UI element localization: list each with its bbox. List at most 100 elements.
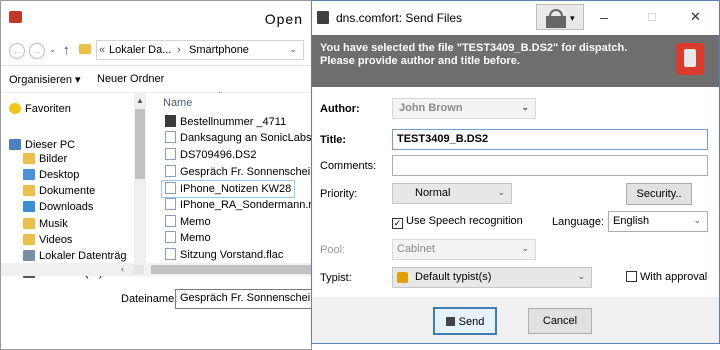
dialog-footer: Send Cancel bbox=[312, 297, 719, 343]
typist-label: Typist: bbox=[320, 272, 352, 284]
scroll-corner bbox=[134, 265, 144, 274]
tree-item-downloads[interactable]: Downloads bbox=[23, 199, 93, 216]
file-name: Gespräch Fr. Sonnenschein.ac3 bbox=[180, 166, 313, 178]
security-button[interactable]: Security.. bbox=[626, 183, 692, 205]
audio-file-icon bbox=[165, 215, 176, 227]
file-item[interactable]: Memo bbox=[165, 230, 211, 246]
new-folder-button[interactable]: Neuer Ordner bbox=[97, 73, 164, 85]
language-select[interactable]: English ⌄ bbox=[608, 211, 708, 232]
lock-button[interactable]: ▾ bbox=[536, 4, 584, 30]
history-dropdown-icon[interactable]: ⌄ bbox=[49, 44, 57, 55]
chevron-down-icon: ⌄ bbox=[521, 102, 529, 112]
priority-value: Normal bbox=[415, 187, 451, 199]
breadcrumb-smartphone[interactable]: Smartphone bbox=[189, 44, 249, 56]
tree-item-musik[interactable]: Musik bbox=[23, 216, 68, 233]
audio-file-icon bbox=[165, 231, 176, 243]
file-name: Sitzung Vorstand.flac bbox=[180, 249, 284, 261]
typist-select[interactable]: Default typist(s) ⌄ bbox=[392, 267, 592, 288]
device-icon bbox=[676, 43, 704, 75]
file-name: Danksagung an SonicLabs bbox=[180, 132, 312, 144]
column-header-name[interactable]: Name bbox=[163, 97, 192, 109]
lock-icon bbox=[546, 16, 566, 28]
priority-select[interactable]: Normal ⌄ bbox=[392, 183, 512, 204]
tree-label: Favoriten bbox=[25, 103, 71, 115]
file-item[interactable]: Bestellnummer _4711 bbox=[165, 114, 286, 130]
file-item-selected[interactable]: IPhone_Notizen KW28 bbox=[161, 180, 296, 198]
address-bar[interactable]: « Lokaler Da... › Smartphone ⌄ bbox=[96, 40, 304, 60]
address-overflow: « bbox=[99, 44, 106, 56]
speech-recognition-checkbox[interactable]: ✓ Use Speech recognition bbox=[392, 215, 523, 229]
with-approval-checkbox[interactable]: With approval bbox=[626, 271, 707, 283]
folder-icon bbox=[23, 234, 35, 245]
file-name: Memo bbox=[180, 232, 211, 244]
scroll-left-icon[interactable]: ‹ bbox=[121, 264, 124, 274]
folder-icon bbox=[23, 153, 35, 164]
audio-file-icon bbox=[165, 131, 176, 143]
author-label: Author: bbox=[320, 103, 360, 115]
folder-icon bbox=[23, 201, 35, 212]
scroll-up-icon[interactable]: ▲ bbox=[136, 96, 144, 105]
back-icon[interactable]: ← bbox=[9, 43, 25, 59]
app-icon bbox=[317, 11, 329, 24]
folder-icon bbox=[23, 218, 35, 229]
tree-item-videos[interactable]: Videos bbox=[23, 232, 72, 249]
breadcrumb-separator: › bbox=[177, 44, 181, 56]
send-icon bbox=[445, 317, 455, 326]
file-item[interactable]: Gespräch Fr. Sonnenschein.ac3 bbox=[165, 164, 313, 180]
author-select[interactable]: John Brown ⌄ bbox=[392, 98, 536, 119]
pool-label: Pool: bbox=[320, 244, 346, 256]
filename-input[interactable]: Gespräch Fr. Sonnenschein.ac3 bbox=[175, 289, 315, 309]
navigation-pane: Favoriten Dieser PC Bilder Desktop Dokum… bbox=[1, 92, 147, 282]
comments-input[interactable] bbox=[392, 155, 708, 176]
send-dialog-titlebar: dns.comfort: Send Files ▾ – □ ✕ bbox=[312, 1, 719, 35]
open-dialog-title: Open bbox=[264, 11, 303, 27]
send-button[interactable]: Send bbox=[433, 307, 497, 335]
address-dropdown-icon[interactable]: ⌄ bbox=[289, 44, 297, 55]
comments-label: Comments: bbox=[320, 160, 377, 172]
folder-icon bbox=[23, 169, 35, 180]
breadcrumb-lokaler-datentraeger[interactable]: Lokaler Da... bbox=[109, 44, 171, 56]
file-item[interactable]: Sitzung Vorstand.flac bbox=[165, 247, 283, 263]
scrollbar-thumb[interactable] bbox=[135, 109, 145, 179]
file-item[interactable]: Danksagung an SonicLabs bbox=[165, 130, 311, 146]
tree-item-dokumente[interactable]: Dokumente bbox=[23, 183, 95, 200]
file-list: Name ⌃ Bestellnummer _4711 Danksagung an… bbox=[147, 92, 313, 282]
horizontal-scrollbar[interactable]: ‹ bbox=[1, 263, 313, 276]
file-name: IPhone_Notizen KW28 bbox=[180, 183, 292, 195]
scrollbar-thumb[interactable] bbox=[151, 265, 311, 274]
tree-label: Lokaler Datenträg bbox=[39, 250, 127, 262]
language-value: English bbox=[613, 215, 650, 227]
tree-item-desktop[interactable]: Desktop bbox=[23, 167, 79, 184]
pool-value: Cabinet bbox=[397, 243, 435, 255]
navigation-bar: ← → ⌄ ↑ « Lokaler Da... › Smartphone ⌄ bbox=[1, 35, 313, 65]
minimize-button[interactable]: – bbox=[600, 9, 608, 25]
file-item[interactable]: Memo bbox=[165, 214, 211, 230]
chevron-down-icon: ⌄ bbox=[497, 187, 505, 197]
chevron-down-icon: ⌄ bbox=[577, 271, 585, 281]
close-button[interactable]: ✕ bbox=[690, 9, 701, 25]
file-icon bbox=[165, 115, 176, 127]
checkbox-checked-icon: ✓ bbox=[392, 218, 403, 229]
tree-item-favoriten[interactable]: Favoriten bbox=[9, 101, 71, 118]
cancel-button[interactable]: Cancel bbox=[528, 308, 592, 334]
up-icon[interactable]: ↑ bbox=[63, 42, 70, 57]
message-header: You have selected the file "TEST3409_B.D… bbox=[312, 35, 719, 87]
organize-button[interactable]: Organisieren ▾ bbox=[9, 73, 81, 86]
tree-label: Dieser PC bbox=[25, 139, 76, 151]
tree-label: Desktop bbox=[39, 169, 80, 181]
priority-label: Priority: bbox=[320, 188, 358, 200]
forward-icon[interactable]: → bbox=[29, 43, 45, 59]
file-item[interactable]: IPhone_RA_Sondermann.m4r bbox=[165, 197, 313, 213]
maximize-button[interactable]: □ bbox=[648, 9, 656, 24]
file-item[interactable]: DS709496.DS2 bbox=[165, 147, 256, 163]
form-body: Author: John Brown ⌄ Title: TEST3409_B.DS… bbox=[312, 87, 719, 297]
command-bar: Organisieren ▾ Neuer Ordner bbox=[1, 65, 313, 93]
send-button-label: Send bbox=[458, 316, 485, 328]
star-icon bbox=[9, 103, 21, 114]
tree-item-bilder[interactable]: Bilder bbox=[23, 151, 67, 168]
title-input[interactable]: TEST3409_B.DS2 bbox=[392, 129, 708, 150]
lock-icon bbox=[397, 272, 408, 283]
checkbox-unchecked-icon bbox=[626, 271, 637, 282]
navigation-scrollbar[interactable]: ▲ ▼ bbox=[134, 92, 146, 274]
speech-recognition-label: Use Speech recognition bbox=[406, 215, 523, 227]
